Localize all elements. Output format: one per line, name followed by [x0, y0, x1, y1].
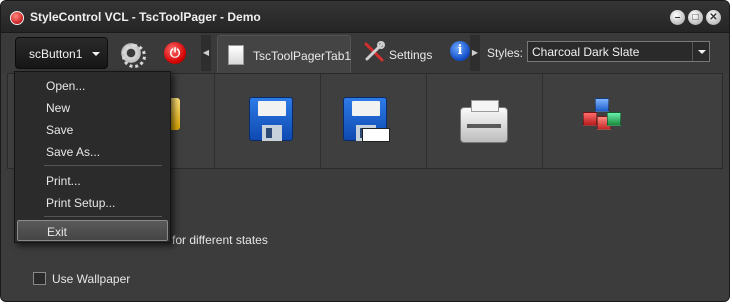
chevron-down-icon	[92, 52, 100, 56]
tab-label: TscToolPagerTab1	[253, 49, 352, 63]
use-wallpaper-label[interactable]: Use Wallpaper	[52, 272, 130, 286]
save-icon	[249, 97, 293, 141]
close-icon[interactable]: ✕	[706, 10, 721, 25]
cubes-tool-button[interactable]	[543, 74, 653, 168]
rename-field-icon	[362, 128, 390, 142]
menu-item-open[interactable]: Open...	[17, 75, 168, 97]
menu-item-exit[interactable]: Exit	[17, 220, 168, 241]
toolbar: scButton1 ⏻ ◀ TscToolPagerTab1 Settings …	[1, 33, 729, 73]
document-icon	[228, 45, 244, 65]
tools-icon	[364, 41, 385, 62]
tab-settings[interactable]: Settings	[357, 35, 437, 73]
tabs-scroll-right-button[interactable]: ▶	[470, 35, 480, 71]
menu-item-save-as[interactable]: Save As...	[17, 141, 168, 163]
maximize-icon[interactable]: □	[688, 10, 703, 25]
window-title: StyleControl VCL - TscToolPager - Demo	[30, 10, 261, 24]
power-icon[interactable]: ⏻	[164, 42, 186, 64]
sc-button-label: scButton1	[29, 47, 83, 61]
menu-item-print-setup[interactable]: Print Setup...	[17, 192, 168, 214]
cubes-icon	[579, 98, 625, 138]
app-logo-icon	[10, 11, 24, 25]
info-icon: i	[450, 41, 470, 61]
states-hint-text: for different states	[172, 233, 268, 247]
save-tool-button[interactable]	[215, 74, 321, 168]
menu-separator	[44, 165, 162, 166]
menu-item-print[interactable]: Print...	[17, 170, 168, 192]
app-window: StyleControl VCL - TscToolPager - Demo –…	[0, 0, 730, 302]
use-wallpaper-checkbox[interactable]	[33, 272, 46, 285]
menu-item-new[interactable]: New	[17, 97, 168, 119]
save-as-tool-button[interactable]	[321, 74, 427, 168]
sc-button-dropdown[interactable]: scButton1	[15, 37, 108, 69]
chevron-down-icon[interactable]	[692, 42, 709, 61]
printer-icon	[460, 100, 508, 143]
tabs-scroll-left-button[interactable]: ◀	[201, 35, 211, 71]
gear-icon[interactable]	[120, 42, 146, 68]
menu-item-save[interactable]: Save	[17, 119, 168, 141]
styles-select[interactable]: Charcoal Dark Slate	[527, 41, 710, 62]
menu-separator	[44, 216, 162, 217]
print-tool-button[interactable]	[427, 74, 543, 168]
minimize-icon[interactable]: –	[670, 10, 685, 25]
styles-label: Styles:	[487, 46, 524, 60]
sc-button-dropdown-menu: Open... New Save Save As... Print... Pri…	[14, 71, 171, 243]
tab-label: Settings	[389, 48, 433, 62]
title-bar: StyleControl VCL - TscToolPager - Demo –…	[1, 1, 729, 33]
styles-select-value: Charcoal Dark Slate	[532, 45, 640, 59]
tab-toolpager-tab1[interactable]: TscToolPagerTab1	[217, 35, 351, 73]
info-button[interactable]: i	[450, 33, 472, 73]
